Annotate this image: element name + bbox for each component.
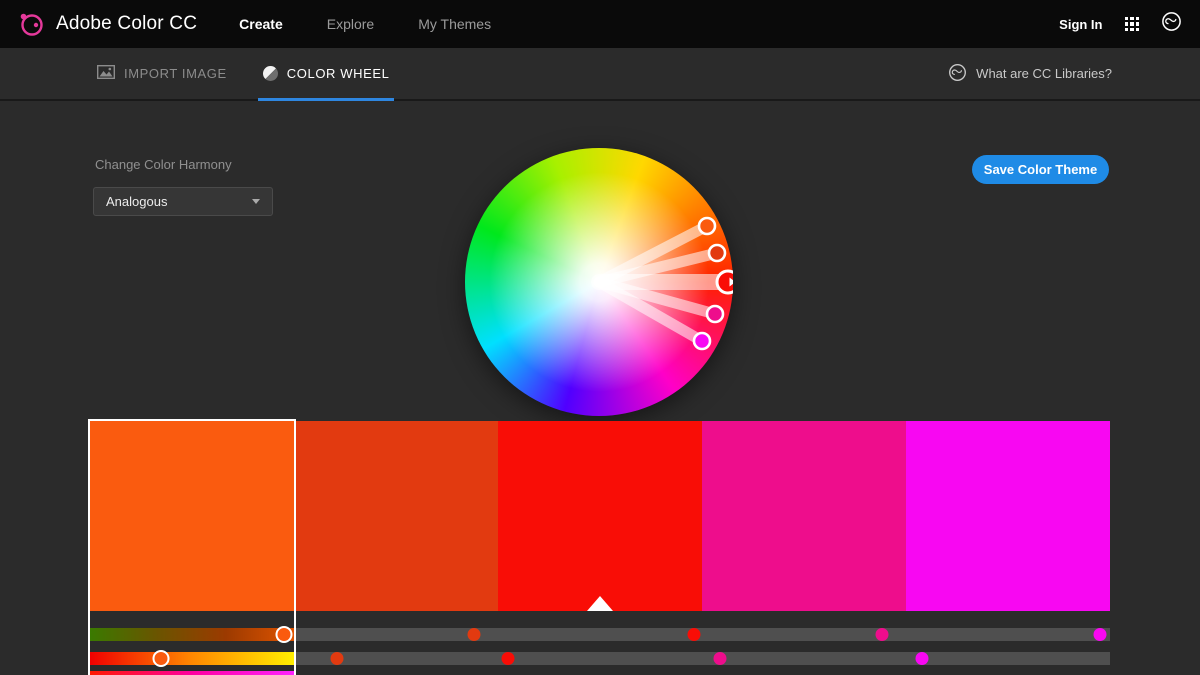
sign-in-link[interactable]: Sign In xyxy=(1059,17,1102,32)
wheel-handle[interactable] xyxy=(707,306,723,322)
slider-group xyxy=(498,628,702,665)
tab-import-image[interactable]: IMPORT IMAGE xyxy=(97,48,227,99)
color-wheel-icon xyxy=(263,66,278,81)
swatch-column xyxy=(90,421,294,675)
tab-wheel-label: COLOR WHEEL xyxy=(287,66,390,81)
color-slider[interactable] xyxy=(90,628,294,641)
slider-thumb[interactable] xyxy=(330,652,343,665)
nav-explore[interactable]: Explore xyxy=(327,16,374,32)
slider-thumb[interactable] xyxy=(714,652,727,665)
slider-thumb[interactable] xyxy=(1093,628,1106,641)
header-right: Sign In xyxy=(1059,11,1182,37)
harmony-dropdown[interactable]: Analogous xyxy=(93,187,273,216)
nav-my-themes[interactable]: My Themes xyxy=(418,16,491,32)
wheel-handle[interactable] xyxy=(699,218,715,234)
color-slider[interactable] xyxy=(90,671,294,675)
slider-group xyxy=(90,628,294,675)
top-bar: Adobe Color CC Create Explore My Themes … xyxy=(0,0,1200,48)
save-color-theme-button[interactable]: Save Color Theme xyxy=(972,155,1109,184)
swatch-column xyxy=(906,421,1110,675)
main-nav: Create Explore My Themes xyxy=(239,16,491,32)
swatch-column xyxy=(498,421,702,675)
apps-grid-icon[interactable] xyxy=(1125,17,1140,32)
swatch-column xyxy=(702,421,906,675)
color-slider[interactable] xyxy=(498,628,702,641)
slider-thumb[interactable] xyxy=(875,628,888,641)
tab-import-label: IMPORT IMAGE xyxy=(124,66,227,81)
color-slider[interactable] xyxy=(906,628,1110,641)
slider-thumb[interactable] xyxy=(916,652,929,665)
color-slider[interactable] xyxy=(498,652,702,665)
color-slider[interactable] xyxy=(702,628,906,641)
cc-libraries-label: What are CC Libraries? xyxy=(976,66,1112,81)
color-swatch[interactable] xyxy=(90,421,294,611)
slider-group xyxy=(702,628,906,665)
slider-group xyxy=(294,628,498,665)
wheel-handle[interactable] xyxy=(694,333,710,349)
swatch-column xyxy=(294,421,498,675)
image-icon xyxy=(97,65,115,82)
slider-thumb[interactable] xyxy=(502,652,515,665)
creative-cloud-icon[interactable] xyxy=(1161,11,1182,37)
tab-color-wheel[interactable]: COLOR WHEEL xyxy=(263,48,390,99)
harmony-label: Change Color Harmony xyxy=(95,157,232,172)
color-wheel[interactable] xyxy=(465,148,733,416)
harmony-selected-value: Analogous xyxy=(106,194,167,209)
cc-libraries-link[interactable]: What are CC Libraries? xyxy=(948,48,1112,99)
color-swatch[interactable] xyxy=(294,421,498,611)
chevron-down-icon xyxy=(252,199,260,204)
slider-thumb[interactable] xyxy=(687,628,700,641)
color-swatch[interactable] xyxy=(702,421,906,611)
color-swatch[interactable] xyxy=(906,421,1110,611)
color-swatch[interactable] xyxy=(498,421,702,611)
color-slider[interactable] xyxy=(906,652,1110,665)
nav-create[interactable]: Create xyxy=(239,16,283,32)
tab-bar: IMPORT IMAGE COLOR WHEEL What are CC Lib… xyxy=(0,48,1200,101)
app-title: Adobe Color CC xyxy=(56,13,197,35)
color-slider[interactable] xyxy=(294,628,498,641)
color-slider[interactable] xyxy=(294,652,498,665)
slider-group xyxy=(906,628,1110,665)
color-slider[interactable] xyxy=(90,652,294,665)
wheel-handle[interactable] xyxy=(709,245,725,261)
swatch-strip xyxy=(90,421,1110,675)
adobe-color-logo-icon xyxy=(18,11,45,38)
cc-libraries-icon xyxy=(948,63,967,85)
color-slider[interactable] xyxy=(702,652,906,665)
slider-thumb[interactable] xyxy=(153,650,170,667)
slider-thumb[interactable] xyxy=(467,628,480,641)
main-area: Change Color Harmony Analogous Save Colo… xyxy=(0,101,1200,675)
slider-thumb[interactable] xyxy=(275,626,292,643)
base-color-marker xyxy=(587,596,613,611)
wheel-handles-overlay xyxy=(465,148,733,416)
